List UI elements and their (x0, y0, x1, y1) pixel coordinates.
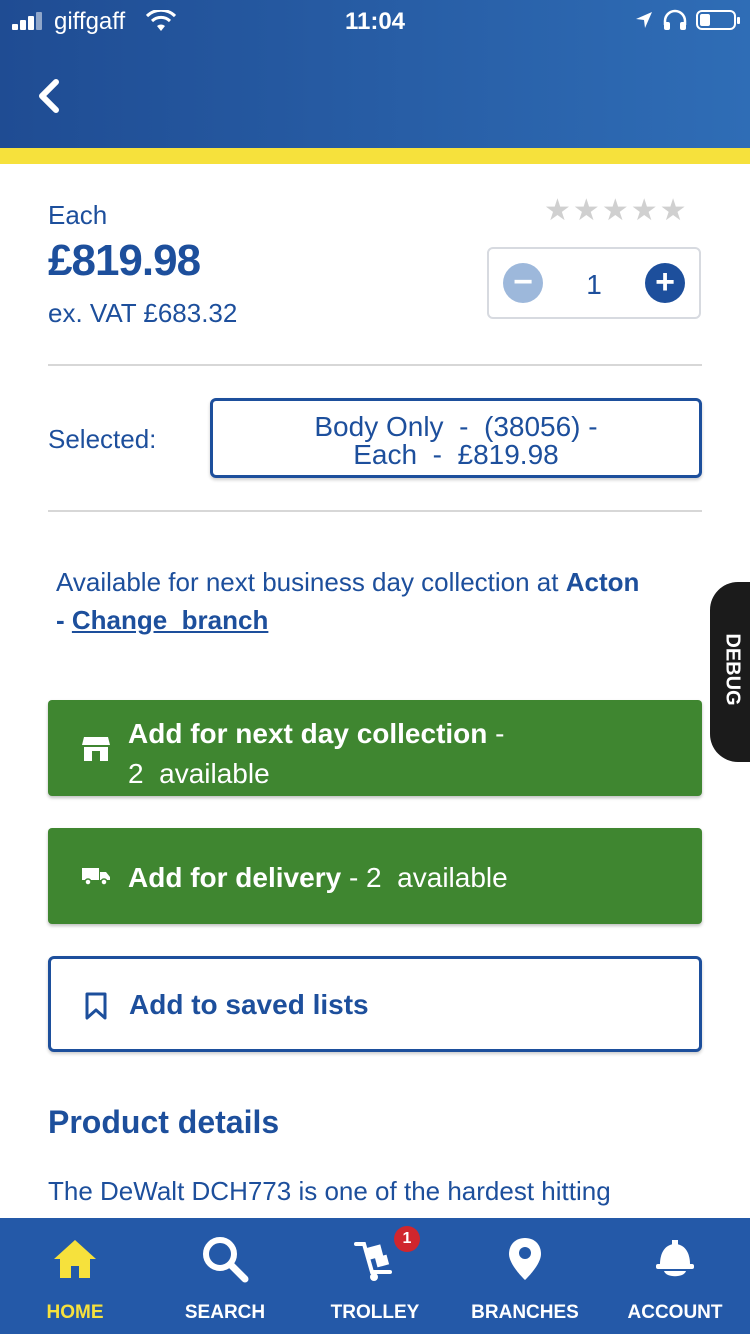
divider (48, 364, 702, 366)
star-icon: ★ (544, 194, 571, 227)
search-icon (203, 1237, 249, 1283)
tab-label: BRANCHES (471, 1302, 579, 1323)
rating-stars: ★ ★ ★ ★ ★ (544, 196, 687, 226)
tab-search[interactable]: SEARCH (150, 1218, 300, 1334)
change-branch-link[interactable]: Change branch (72, 605, 268, 635)
location-pin-icon (509, 1238, 541, 1280)
home-icon (54, 1240, 96, 1278)
headphones-icon (663, 9, 687, 30)
star-icon: ★ (601, 194, 629, 227)
location-arrow-icon (636, 12, 652, 28)
tab-branches[interactable]: BRANCHES (450, 1218, 600, 1334)
status-bar: giffgaff 11:04 (0, 0, 750, 44)
debug-tab[interactable]: DEBUG (710, 582, 750, 762)
branch-name: Acton (565, 567, 640, 597)
add-for-delivery-button[interactable]: Add for delivery - 2 available (48, 828, 702, 924)
tab-label: SEARCH (184, 1302, 266, 1323)
header-accent-bar (0, 148, 750, 164)
trolley-icon (354, 1242, 392, 1281)
battery-icon (696, 10, 740, 30)
availability-prefix: Available for next business day collecti… (56, 567, 566, 597)
unit-label: Each (48, 200, 108, 230)
tab-label: TROLLEY (330, 1302, 420, 1323)
price: £819.98 (48, 236, 201, 285)
add-for-collection-button[interactable]: Add for next day collection - 2 availabl… (48, 700, 702, 796)
availability-text: Available for next business day collecti… (56, 563, 706, 639)
tab-account[interactable]: ACCOUNT (600, 1218, 750, 1334)
bottom-tab-bar: HOME SEARCH TROLLEY BRANCHES ACCOUNT (0, 1218, 750, 1334)
divider (48, 510, 702, 512)
variant-line-1: Body Only - (38056) - (314, 411, 598, 442)
star-icon: ★ (630, 194, 658, 227)
app-header: giffgaff 11:04 (0, 0, 750, 148)
truck-icon (82, 868, 110, 886)
tab-home[interactable]: HOME (0, 1218, 150, 1334)
star-icon: ★ (572, 194, 600, 227)
product-description: The DeWalt DCH773 is one of the hardest … (48, 1176, 611, 1206)
price-ex-vat: ex. VAT £683.32 (48, 298, 238, 328)
collection-button-label: Add for next day collection - 2 availabl… (128, 718, 505, 789)
variant-line-2: Each - £819.98 (353, 439, 559, 470)
tab-label: ACCOUNT (627, 1302, 723, 1323)
hard-hat-icon (656, 1240, 694, 1277)
store-icon (82, 737, 110, 761)
star-icon: ★ (659, 194, 687, 227)
add-to-saved-lists-button[interactable]: Add to saved lists (48, 956, 702, 1052)
status-icons (634, 9, 740, 31)
variant-selector[interactable]: Body Only - (38056) - Each - £819.98 (210, 398, 702, 478)
bookmark-icon (85, 992, 107, 1020)
delivery-button-label: Add for delivery - 2 available (128, 862, 508, 893)
product-details-heading: Product details (48, 1104, 280, 1140)
debug-label: DEBUG (721, 633, 744, 706)
trolley-count-badge: 1 (394, 1226, 420, 1252)
back-button[interactable] (32, 76, 68, 116)
saved-lists-label: Add to saved lists (129, 989, 369, 1020)
quantity-stepper: − 1 + (487, 247, 701, 319)
tab-label: HOME (46, 1302, 104, 1323)
increase-quantity-button[interactable]: + (645, 263, 685, 303)
tab-trolley[interactable]: TROLLEY (300, 1218, 450, 1334)
selected-label: Selected: (48, 424, 157, 454)
availability-separator: - (56, 605, 72, 635)
